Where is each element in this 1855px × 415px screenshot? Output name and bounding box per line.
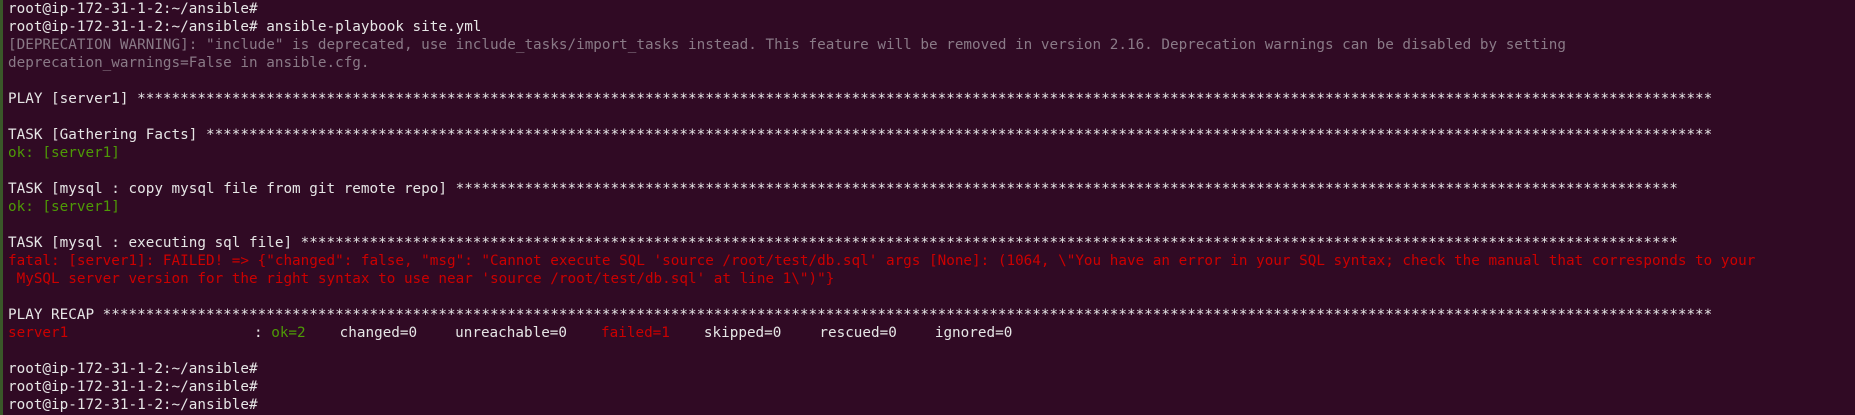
prompt-line: root@ip-172-31-1-2:~/ansible# xyxy=(8,361,258,377)
prompt-line: root@ip-172-31-1-2:~/ansible# xyxy=(8,1,258,17)
prompt-line: root@ip-172-31-1-2:~/ansible# xyxy=(8,379,258,395)
task-ok-status: ok: [server1] xyxy=(8,145,120,161)
window-edge-accent xyxy=(0,0,3,415)
fatal-error-line: fatal: [server1]: FAILED! => {"changed":… xyxy=(8,253,1756,269)
task-header: TASK [mysql : copy mysql file from git r… xyxy=(8,181,1678,197)
task-header: TASK [mysql : executing sql file] ******… xyxy=(8,235,1678,251)
recap-ignored: ignored=0 xyxy=(934,325,1013,341)
deprecation-warning-line: deprecation_warnings=False in ansible.cf… xyxy=(8,55,370,71)
task-ok-status: ok: [server1] xyxy=(8,199,120,215)
terminal-window[interactable]: root@ip-172-31-1-2:~/ansible# root@ip-17… xyxy=(0,0,1855,415)
recap-changed: changed=0 xyxy=(339,325,418,341)
prompt-line[interactable]: root@ip-172-31-1-2:~/ansible# xyxy=(8,396,1855,414)
recap-separator: : xyxy=(254,325,272,341)
deprecation-warning-line: [DEPRECATION WARNING]: "include" is depr… xyxy=(8,37,1566,53)
task-header: TASK [Gathering Facts] *****************… xyxy=(8,127,1713,143)
recap-unreachable: unreachable=0 xyxy=(455,325,568,341)
recap-row: server1: ok=2 changed=0 unreachable=0 faile… xyxy=(8,324,1855,342)
recap-ok: ok=2 xyxy=(271,325,306,341)
play-recap-header: PLAY RECAP *****************************… xyxy=(8,307,1713,323)
recap-rescued: rescued=0 xyxy=(819,325,897,341)
play-header: PLAY [server1] *************************… xyxy=(8,91,1713,107)
recap-host: server1 xyxy=(8,325,69,341)
command-line: root@ip-172-31-1-2:~/ansible# ansible-pl… xyxy=(8,19,482,35)
fatal-error-line: MySQL server version for the right synta… xyxy=(8,271,835,287)
recap-failed: failed=1 xyxy=(601,325,670,341)
recap-skipped: skipped=0 xyxy=(703,325,782,341)
